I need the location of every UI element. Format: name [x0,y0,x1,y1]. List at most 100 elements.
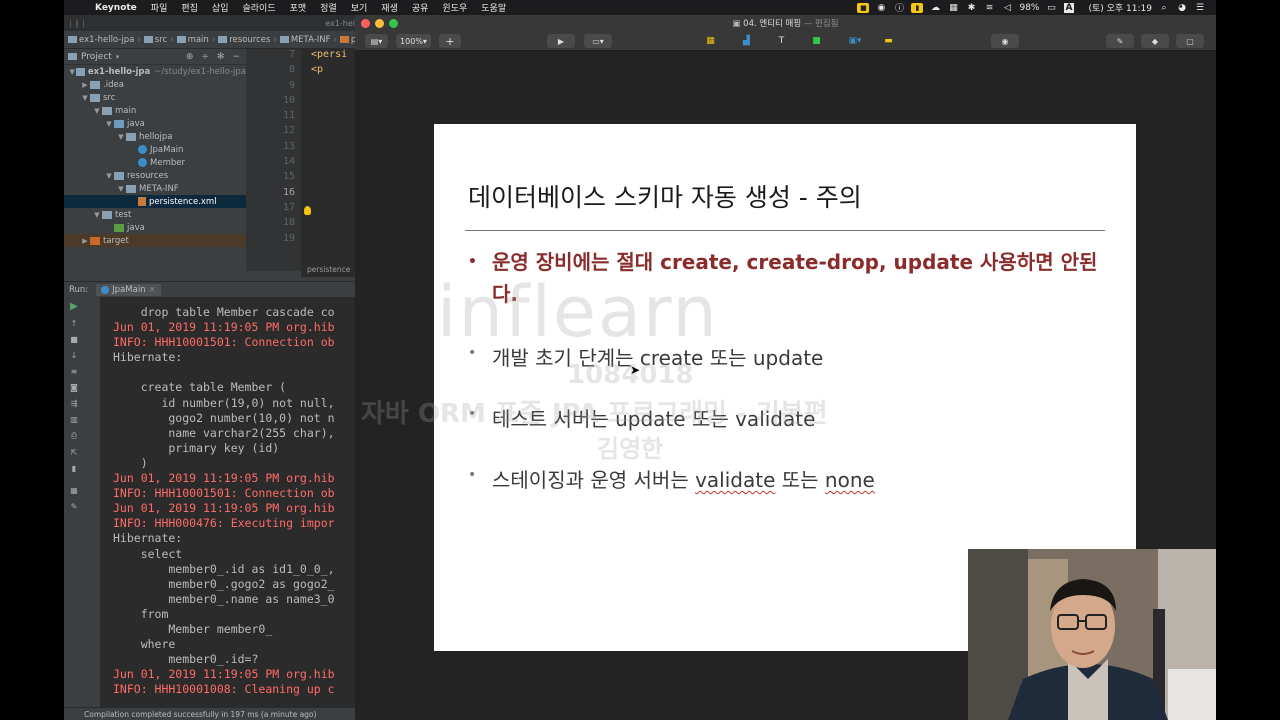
tree-item[interactable]: ▶ .idea [64,78,246,91]
menu-help[interactable]: 도움말 [474,1,513,14]
breadcrumb-file[interactable]: p [339,35,355,45]
format-button[interactable]: ✎ [1106,34,1134,48]
chevron-down-icon[interactable]: ▼ [92,211,102,219]
close-icon[interactable] [70,18,72,28]
battery-percent[interactable]: 98% [1019,3,1039,13]
target-icon[interactable]: ⊕ [186,52,194,62]
minimize-icon[interactable] [375,18,384,28]
chevron-down-icon[interactable]: ▼ [68,68,76,76]
pin-icon[interactable]: ✎ [71,502,78,511]
tree-item[interactable]: ▼ src [64,91,246,104]
scroll-down-icon[interactable]: ↓ [71,351,78,360]
bullet-dev-stage[interactable]: • 개발 초기 단계는 create 또는 update [468,342,1118,371]
run-tab-jpamain[interactable]: JpaMain × [96,283,161,296]
chevron-right-icon[interactable]: ▶ [80,81,90,89]
tree-item[interactable]: Member [64,156,246,169]
wifi-icon[interactable]: ≋ [983,3,995,13]
zoom-select[interactable]: 100% ▾ [396,34,431,48]
chevron-down-icon[interactable]: ▼ [116,185,126,193]
tree-item[interactable]: ▼ main [64,104,246,117]
zoom-icon[interactable] [82,18,85,28]
menu-play[interactable]: 재생 [374,1,405,14]
breadcrumb-src[interactable]: src [143,35,167,45]
tree-item[interactable]: java [64,221,246,234]
animate-button[interactable]: ◆ [1141,34,1169,48]
project-view-selector[interactable]: Project [81,52,112,62]
gear-icon[interactable]: ✻ [217,52,225,62]
menu-insert[interactable]: 삽입 [205,1,236,14]
camera-icon[interactable]: ◙ [70,383,78,392]
slide-title[interactable]: 데이터베이스 스키마 자동 생성 - 주의 [468,178,862,214]
battery-icon[interactable]: ▭ [1046,3,1058,13]
media-icon[interactable]: ▣▾ [843,35,867,47]
editor-code[interactable]: <persi <p [301,49,355,271]
bookmark-icon[interactable]: ▮ [911,2,924,13]
minimize-icon[interactable] [76,18,78,28]
hide-icon[interactable]: − [232,52,240,62]
text-icon[interactable]: T [775,35,788,47]
lightbulb-icon[interactable] [304,206,311,215]
bullet-test-server[interactable]: • 테스트 서버는 update 또는 validate [468,403,1118,432]
rerun-icon[interactable]: ▶ [70,301,78,312]
shape-icon[interactable]: ■ [810,35,823,47]
chevron-right-icon[interactable]: ▶ [80,237,90,245]
menu-format[interactable]: 포맷 [283,1,314,14]
tree-item[interactable]: ▼ java [64,117,246,130]
menu-view[interactable]: 보기 [344,1,375,14]
chevron-down-icon[interactable]: ▼ [104,120,114,128]
spotlight-icon[interactable]: ⌕ [1158,3,1170,13]
table-icon[interactable]: ▦ [704,35,717,47]
tree-item[interactable]: ▶ target [64,234,246,247]
info-icon[interactable]: ⓘ [893,3,905,14]
breadcrumb-resources[interactable]: resources [218,35,270,45]
add-slide-button[interactable]: + [439,34,461,48]
tree-item[interactable]: ▼ test [64,208,246,221]
play-button[interactable]: ▶ [547,34,575,48]
tree-item[interactable]: persistence.xml [64,195,246,208]
grid-icon[interactable]: ▦ [947,3,959,13]
volume-icon[interactable]: ◁ [1001,3,1013,13]
bullet-production-warning[interactable]: • 운영 장비에는 절대 create, create-drop, update… [468,246,1118,310]
tree-item[interactable]: ▼ ex1-hello-jpa ~/study/ex1-hello-jpa [64,65,247,78]
breadcrumb-meta-inf[interactable]: META-INF [279,35,331,45]
collapse-icon[interactable]: ÷ [201,52,209,62]
filter-icon[interactable]: ⇶ [71,399,78,408]
input-method[interactable]: A [1063,2,1075,13]
cloud-icon[interactable]: ☁ [929,3,941,13]
clock[interactable]: (토) 오후 11:19 [1088,1,1152,14]
close-icon[interactable] [361,18,370,28]
chart-icon[interactable]: ▟ [740,35,753,47]
view-menu-button[interactable]: ▤▾ [365,34,388,48]
comment-icon[interactable]: ▬ [882,35,895,47]
menu-slide[interactable]: 슬라이드 [235,1,282,14]
delete-icon[interactable]: ▮ [72,464,76,473]
collaborate-button[interactable]: ◉ [991,34,1019,48]
keynote-live-button[interactable]: ▭▾ [584,34,612,48]
chevron-down-icon[interactable]: ▼ [80,94,90,102]
menu-edit[interactable]: 편집 [174,1,205,14]
tree-item[interactable]: ▼ resources [64,169,246,182]
zoom-icon[interactable] [389,18,398,28]
menu-window[interactable]: 윈도우 [435,1,474,14]
tree-item[interactable]: JpaMain [64,143,246,156]
menu-arrange[interactable]: 정렬 [313,1,344,14]
chevron-down-icon[interactable]: ▼ [116,133,126,141]
bullet-staging-server[interactable]: • 스테이징과 운영 서버는 validate 또는 none [468,464,1118,493]
record-icon[interactable]: ◉ [875,3,887,13]
breadcrumb-project[interactable]: ex1-hello-jpa [68,35,134,45]
breadcrumb-main[interactable]: main [176,35,209,45]
stop-icon[interactable]: ■ [70,335,78,344]
menu-share[interactable]: 공유 [405,1,436,14]
bluetooth-icon[interactable]: ✱ [965,3,977,13]
soft-wrap-icon[interactable]: ≡ [71,367,78,376]
document-button[interactable]: ▢ [1176,34,1204,48]
export-icon[interactable]: ⇱ [71,448,78,457]
run-console[interactable]: drop table Member cascade co Jun 01, 2019… [100,297,355,707]
chevron-down-icon[interactable]: ▼ [104,172,114,180]
menu-app-name[interactable]: Keynote [88,3,144,13]
scroll-up-icon[interactable]: ↑ [71,319,78,328]
layout-icon[interactable]: ▦ [70,486,78,495]
print-icon[interactable]: ⎙ [71,431,77,441]
close-icon[interactable]: × [149,285,156,295]
menu-list-icon[interactable]: ☰ [1194,3,1206,13]
